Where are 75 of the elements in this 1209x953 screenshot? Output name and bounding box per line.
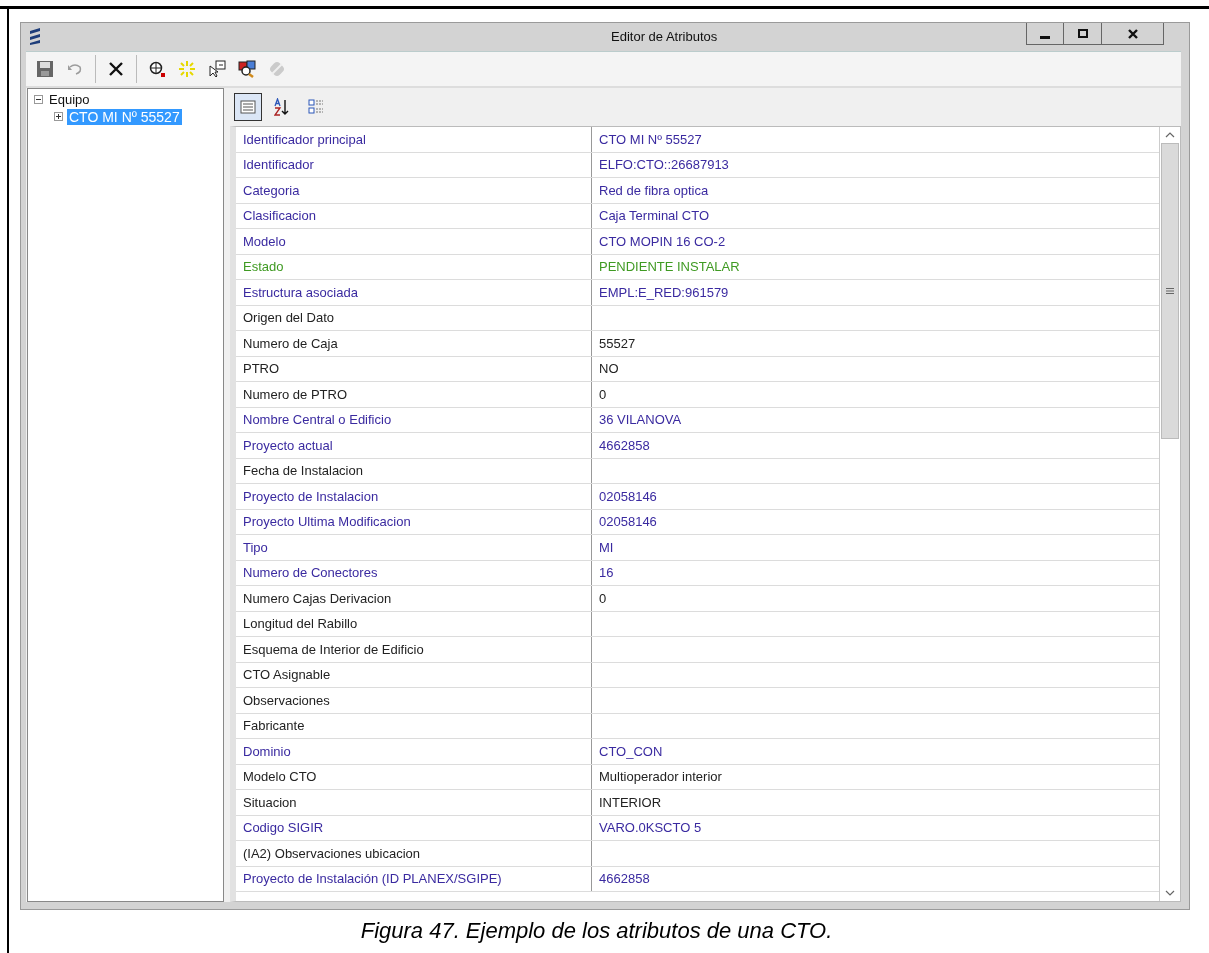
property-value[interactable]: NO <box>592 356 1159 381</box>
property-name[interactable]: Modelo CTO <box>236 764 592 789</box>
categorized-button[interactable] <box>234 93 262 121</box>
property-name[interactable]: Categoria <box>236 178 592 203</box>
property-name[interactable]: Numero de Conectores <box>236 560 592 585</box>
sparkle-icon <box>178 60 196 78</box>
property-name[interactable]: Observaciones <box>236 688 592 713</box>
property-name[interactable]: Identificador <box>236 152 592 177</box>
property-name[interactable]: Origen del Dato <box>236 305 592 330</box>
property-value[interactable]: 36 VILANOVA <box>592 407 1159 432</box>
property-value[interactable]: Caja Terminal CTO <box>592 203 1159 228</box>
sort-az-icon <box>274 98 290 116</box>
property-name[interactable]: Fabricante <box>236 713 592 738</box>
property-value[interactable]: VARO.0KSCTO 5 <box>592 815 1159 840</box>
property-name[interactable]: Estructura asociada <box>236 280 592 305</box>
property-value[interactable]: CTO MI Nº 55527 <box>592 127 1159 152</box>
close-icon <box>1126 27 1139 40</box>
delete-x-icon <box>107 60 125 78</box>
property-name[interactable]: Longitud del Rabillo <box>236 611 592 636</box>
close-button[interactable] <box>1102 23 1164 45</box>
property-name[interactable]: Esquema de Interior de Edificio <box>236 637 592 662</box>
property-value[interactable]: 55527 <box>592 331 1159 356</box>
property-value[interactable]: 16 <box>592 560 1159 585</box>
property-value[interactable]: CTO MOPIN 16 CO-2 <box>592 229 1159 254</box>
property-value[interactable]: 0 <box>592 586 1159 611</box>
maximize-icon <box>1076 27 1089 40</box>
property-value[interactable]: CTO_CON <box>592 739 1159 764</box>
property-name[interactable]: Codigo SIGIR <box>236 815 592 840</box>
property-value[interactable]: MI <box>592 535 1159 560</box>
tree-item[interactable]: Equipo <box>47 92 92 107</box>
pointer-window-icon <box>208 60 226 78</box>
property-name[interactable]: Fecha de Instalacion <box>236 458 592 483</box>
property-value[interactable]: PENDIENTE INSTALAR <box>592 254 1159 279</box>
minimize-button[interactable] <box>1026 23 1064 45</box>
property-name[interactable]: Numero Cajas Derivacion <box>236 586 592 611</box>
window-title: Editor de Atributos <box>611 28 718 44</box>
property-value[interactable]: 4662858 <box>592 433 1159 458</box>
property-value[interactable]: INTERIOR <box>592 790 1159 815</box>
property-name[interactable]: Tipo <box>236 535 592 560</box>
property-name[interactable]: Clasificacion <box>236 203 592 228</box>
property-value[interactable]: EMPL:E_RED:961579 <box>592 280 1159 305</box>
list-icon <box>240 100 256 114</box>
property-name[interactable]: Dominio <box>236 739 592 764</box>
stripes-logo-icon <box>29 27 41 45</box>
magnifier-icon <box>148 60 166 78</box>
property-value[interactable]: 0 <box>592 382 1159 407</box>
property-name[interactable]: (IA2) Observaciones ubicacion <box>236 841 592 866</box>
property-name[interactable]: Proyecto actual <box>236 433 592 458</box>
minimize-icon <box>1040 36 1050 39</box>
property-value[interactable]: Multioperador interior <box>592 764 1159 789</box>
property-name[interactable]: Identificador principal <box>236 127 592 152</box>
maximize-button[interactable] <box>1064 23 1102 45</box>
property-name[interactable]: PTRO <box>236 356 592 381</box>
property-value[interactable]: 4662858 <box>592 866 1159 891</box>
scrollbar-thumb[interactable] <box>1161 143 1179 439</box>
property-name[interactable]: Modelo <box>236 229 592 254</box>
expand-icon[interactable] <box>54 112 63 121</box>
property-name[interactable]: Proyecto de Instalacion <box>236 484 592 509</box>
inspect-icon <box>238 60 256 78</box>
property-name[interactable]: Nombre Central o Edificio <box>236 407 592 432</box>
property-name[interactable]: Proyecto Ultima Modificacion <box>236 509 592 534</box>
scrollbar[interactable] <box>1159 127 1180 901</box>
property-value[interactable]: 02058146 <box>592 484 1159 509</box>
property-name[interactable]: Situacion <box>236 790 592 815</box>
collapse-icon[interactable] <box>34 95 43 104</box>
property-value[interactable]: ELFO:CTO::26687913 <box>592 152 1159 177</box>
property-value[interactable]: Red de fibra optica <box>592 178 1159 203</box>
property-list-icon <box>308 98 324 116</box>
property-name[interactable]: Numero de PTRO <box>236 382 592 407</box>
property-name[interactable]: Numero de Caja <box>236 331 592 356</box>
property-value[interactable]: 02058146 <box>592 509 1159 534</box>
figure-caption: Figura 47. Ejemplo de los atributos de una CTO. <box>359 917 834 944</box>
property-name[interactable]: Estado <box>236 254 592 279</box>
property-name[interactable]: CTO Asignable <box>236 662 592 687</box>
property-name[interactable]: Proyecto de Instalación (ID PLANEX/SGIPE) <box>236 866 592 891</box>
